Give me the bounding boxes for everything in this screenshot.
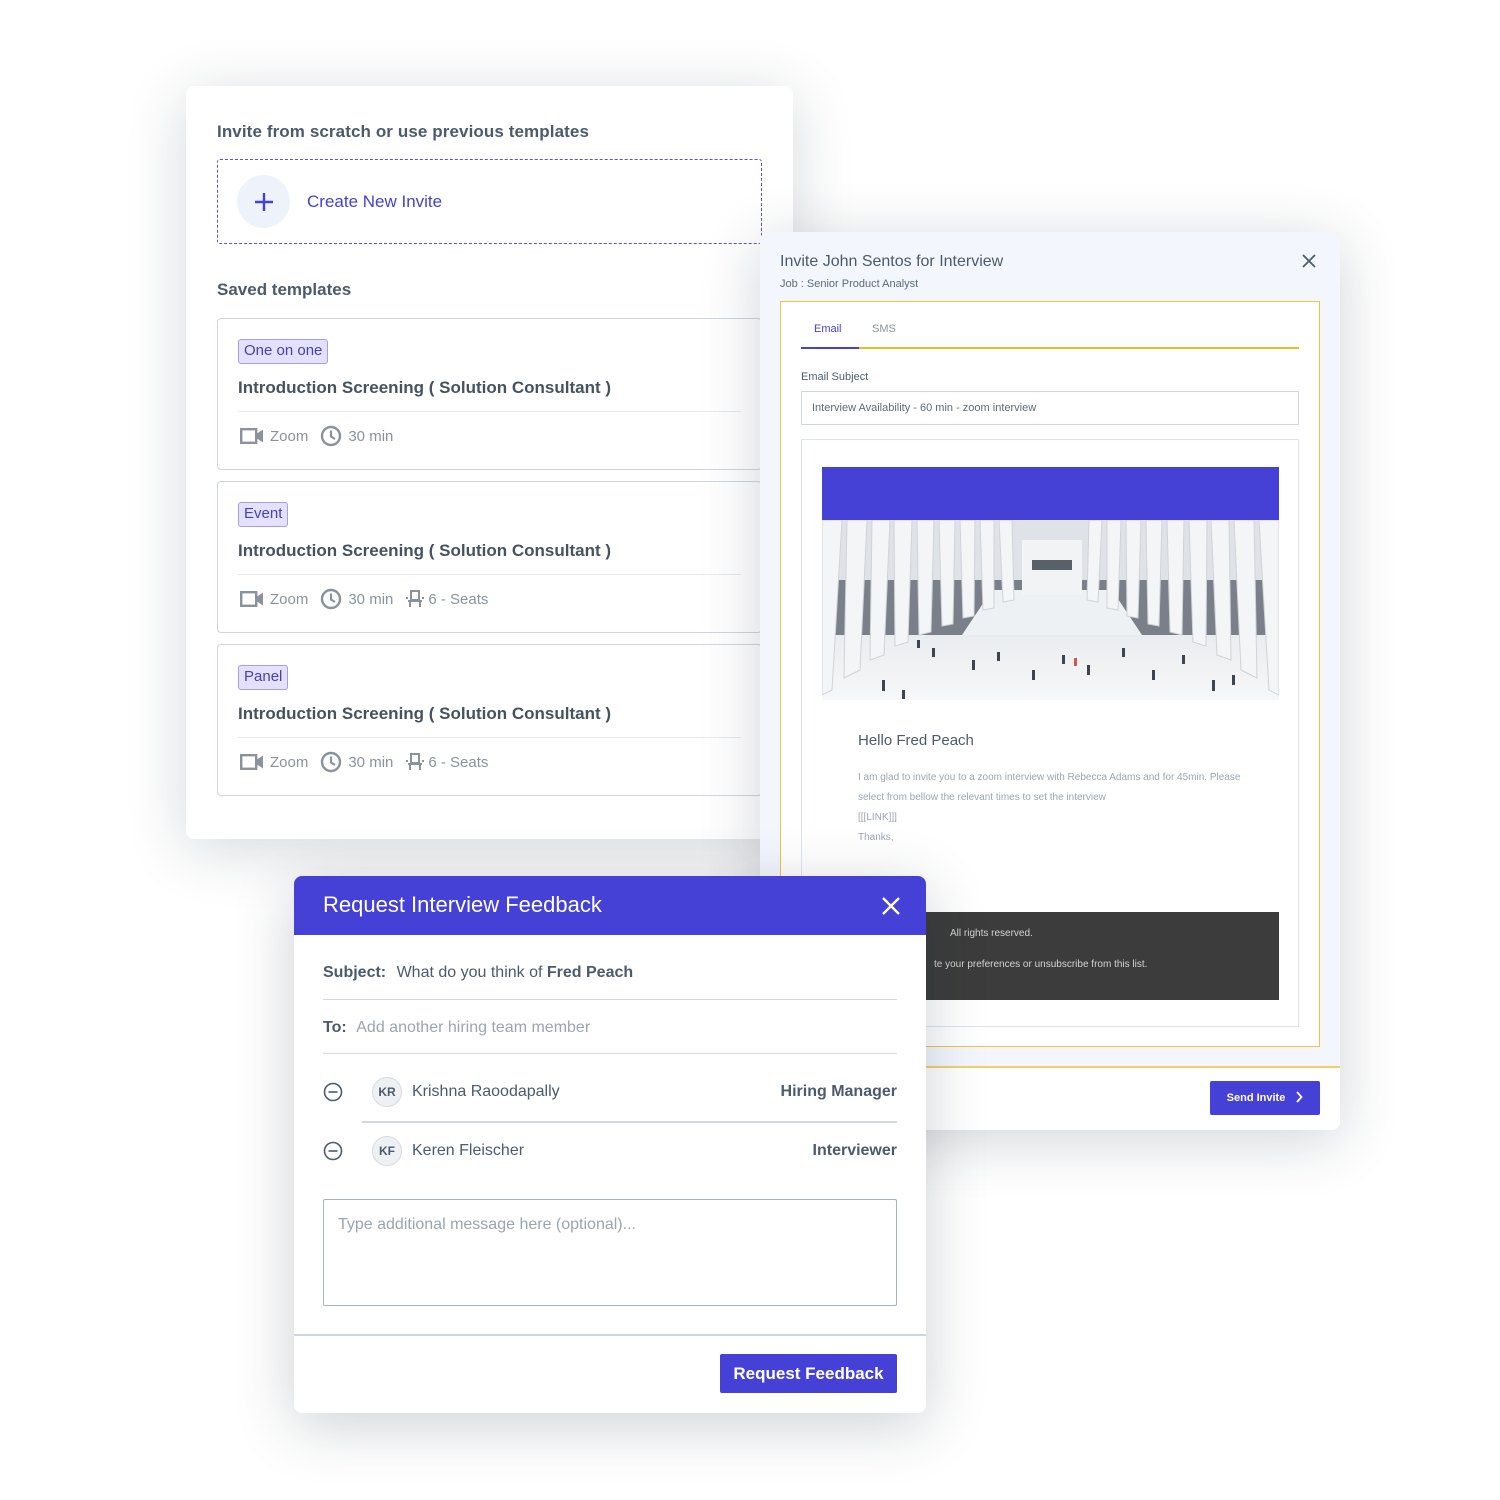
template-title: Introduction Screening ( Solution Consul…: [238, 704, 612, 723]
email-header-banner: [822, 467, 1279, 520]
seat-icon: [405, 752, 425, 772]
tab-email[interactable]: Email: [814, 323, 842, 335]
request-feedback-modal: Request Interview Feedback Subject: What…: [294, 876, 926, 1413]
email-signoff: Thanks,: [858, 832, 894, 843]
send-invite-button[interactable]: Send Invite: [1210, 1081, 1320, 1115]
send-invite-label: Send Invite: [1226, 1092, 1286, 1104]
template-type-tag: Panel: [238, 665, 289, 690]
template-card[interactable]: Panel Introduction Screening ( Solution …: [217, 644, 762, 796]
recipient-role: Interviewer: [812, 1142, 897, 1159]
feedback-modal-header: Request Interview Feedback: [294, 876, 926, 935]
feedback-to-row[interactable]: To: Add another hiring team member: [323, 1019, 897, 1054]
template-platform: Zoom: [270, 427, 309, 445]
video-camera-icon: [240, 428, 264, 444]
video-camera-icon: [240, 591, 264, 607]
request-feedback-button[interactable]: Request Feedback: [720, 1354, 897, 1393]
invite-modal-title: Invite John Sentos for Interview: [780, 253, 1004, 270]
clock-icon: [320, 588, 342, 610]
email-greeting: Hello Fred Peach: [858, 732, 974, 749]
divider: [294, 1334, 926, 1336]
create-new-invite-label: Create New Invite: [307, 191, 443, 211]
divider: [238, 574, 741, 575]
video-camera-icon: [240, 754, 264, 770]
footer-copyright: All rights reserved.: [950, 928, 1033, 939]
create-new-invite-button[interactable]: Create New Invite: [217, 159, 762, 244]
template-title: Introduction Screening ( Solution Consul…: [238, 378, 612, 397]
remove-recipient-icon[interactable]: [323, 1082, 343, 1102]
additional-message-textarea[interactable]: [323, 1199, 897, 1306]
template-title: Introduction Screening ( Solution Consul…: [238, 541, 612, 560]
template-card[interactable]: One on one Introduction Screening ( Solu…: [217, 318, 762, 470]
templates-panel: Invite from scratch or use previous temp…: [186, 86, 793, 839]
saved-templates-heading: Saved templates: [217, 280, 352, 299]
recipient-role: Hiring Manager: [780, 1083, 897, 1100]
email-hero-image: [822, 520, 1279, 700]
invite-modal-job: Job : Senior Product Analyst: [780, 278, 919, 290]
subject-value: What do you think of Fred Peach: [397, 964, 634, 981]
template-platform: Zoom: [270, 590, 309, 608]
template-type-tag: Event: [238, 502, 289, 527]
avatar: KR: [372, 1077, 402, 1107]
chevron-right-icon: [1295, 1090, 1304, 1106]
template-platform: Zoom: [270, 753, 309, 771]
subject-text: What do you think of: [396, 964, 547, 981]
template-duration: 30 min: [348, 427, 394, 445]
recipient-row: KR Krishna Raoodapally Hiring Manager: [323, 1077, 897, 1107]
footer-unsubscribe: te your preferences or unsubscribe from …: [934, 959, 1148, 970]
recipient-name: Krishna Raoodapally: [412, 1083, 560, 1100]
to-label: To:: [323, 1019, 347, 1036]
channel-tabs: Email SMS: [801, 302, 1299, 349]
remove-recipient-icon[interactable]: [323, 1141, 343, 1161]
clock-icon: [320, 751, 342, 773]
seat-icon: [405, 589, 425, 609]
feedback-modal-title: Request Interview Feedback: [323, 892, 602, 917]
add-recipient-input[interactable]: Add another hiring team member: [356, 1019, 590, 1036]
template-seats: 6 - Seats: [428, 590, 489, 608]
email-link-placeholder: [[[LINK]]]: [858, 812, 897, 823]
divider: [238, 411, 741, 412]
clock-icon: [320, 425, 342, 447]
feedback-subject-row[interactable]: Subject: What do you think of Fred Peach: [323, 964, 897, 1000]
avatar: KF: [372, 1136, 402, 1166]
template-seats: 6 - Seats: [428, 753, 489, 771]
tab-sms[interactable]: SMS: [872, 323, 896, 335]
email-body-text: I am glad to invite you to a zoom interv…: [858, 772, 1241, 803]
candidate-name: Fred Peach: [546, 964, 634, 981]
template-duration: 30 min: [348, 753, 394, 771]
template-duration: 30 min: [348, 590, 394, 608]
divider: [362, 1121, 897, 1123]
recipient-row: KF Keren Fleischer Interviewer: [323, 1136, 897, 1166]
divider: [238, 737, 741, 738]
active-tab-indicator: [801, 347, 859, 349]
close-icon[interactable]: [1300, 252, 1318, 270]
recipient-name: Keren Fleischer: [412, 1142, 525, 1159]
templates-heading: Invite from scratch or use previous temp…: [217, 122, 590, 141]
email-subject-input[interactable]: [801, 391, 1299, 425]
close-icon[interactable]: [880, 895, 902, 917]
plus-icon: [237, 175, 290, 228]
email-body: I am glad to invite you to a zoom interv…: [858, 768, 1248, 848]
subject-label: Subject:: [323, 964, 387, 981]
template-card[interactable]: Event Introduction Screening ( Solution …: [217, 481, 762, 633]
template-type-tag: One on one: [238, 339, 329, 364]
email-subject-label: Email Subject: [801, 371, 869, 383]
